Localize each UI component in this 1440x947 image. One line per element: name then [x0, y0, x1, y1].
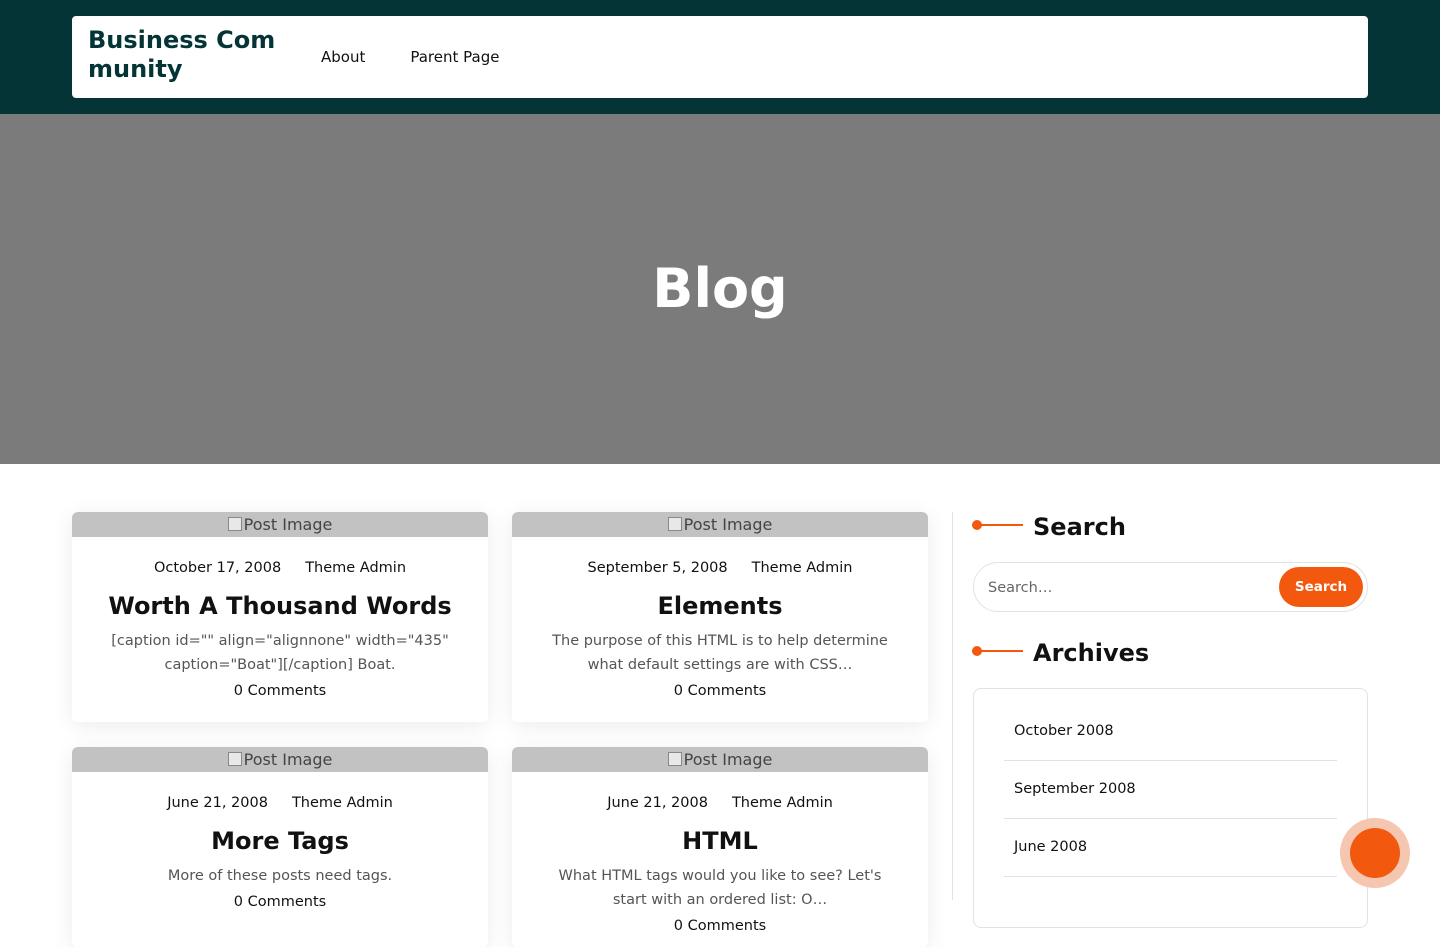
post-image-alt: Post Image — [243, 750, 333, 769]
post-excerpt: More of these posts need tags. — [167, 868, 393, 884]
broken-image-icon — [227, 752, 242, 766]
post-image-alt: Post Image — [683, 750, 773, 769]
search-form: Search — [973, 562, 1368, 612]
header: Business Community About Parent Page — [72, 16, 1368, 98]
post-excerpt: What HTML tags would you like to see? Le… — [558, 868, 882, 908]
sidebar-divider — [952, 512, 953, 900]
post-title[interactable]: Elements — [512, 591, 928, 621]
search-widget-title: Search — [972, 512, 1126, 542]
post-meta: June 21, 2008 Theme Admin — [512, 792, 928, 814]
nav-item-about[interactable]: About — [321, 46, 365, 68]
post-title[interactable]: HTML — [512, 826, 928, 856]
post-meta: September 5, 2008 Theme Admin — [512, 557, 928, 579]
post-image[interactable]: Post Image — [72, 747, 488, 772]
broken-image-icon — [667, 517, 682, 531]
search-widget-title-text: Search — [1033, 513, 1126, 541]
post-card: Post Image September 5, 2008 Theme Admin … — [512, 512, 928, 722]
title-decoration-icon — [972, 520, 1023, 530]
post-author[interactable]: Theme Admin — [732, 795, 833, 811]
post-image-alt: Post Image — [243, 515, 333, 534]
post-meta: October 17, 2008 Theme Admin — [72, 557, 488, 579]
post-date[interactable]: October 17, 2008 — [154, 560, 281, 576]
archives-widget-title-text: Archives — [1033, 639, 1150, 667]
post-card: Post Image June 21, 2008 Theme Admin HTML… — [512, 747, 928, 947]
post-excerpt: The purpose of this HTML is to help dete… — [552, 633, 888, 673]
post-image[interactable]: Post Image — [72, 512, 488, 537]
post-meta: June 21, 2008 Theme Admin — [72, 792, 488, 814]
post-author[interactable]: Theme Admin — [305, 560, 406, 576]
nav-item-parent-page[interactable]: Parent Page — [410, 46, 499, 68]
post-title[interactable]: Worth A Thousand Words — [72, 591, 488, 621]
archive-item[interactable]: September 2008 — [1004, 761, 1337, 819]
top-bar: Business Community About Parent Page — [0, 0, 1440, 114]
page-banner: Blog — [0, 114, 1440, 464]
post-image[interactable]: Post Image — [512, 747, 928, 772]
post-comments[interactable]: 0 Comments — [72, 890, 488, 914]
archives-widget-title: Archives — [972, 638, 1150, 668]
post-date[interactable]: June 21, 2008 — [167, 795, 268, 811]
post-title[interactable]: More Tags — [72, 826, 488, 856]
archive-item[interactable]: June 2008 — [1004, 819, 1337, 877]
scroll-to-top-button[interactable] — [1340, 818, 1410, 888]
archive-item[interactable]: October 2008 — [1004, 703, 1337, 761]
search-input[interactable] — [986, 575, 1270, 601]
site-title[interactable]: Business Community — [88, 26, 278, 84]
post-image-alt: Post Image — [683, 515, 773, 534]
broken-image-icon — [667, 752, 682, 766]
post-card: Post Image June 21, 2008 Theme Admin More… — [72, 747, 488, 947]
search-button[interactable]: Search — [1279, 567, 1363, 607]
title-decoration-icon — [972, 646, 1023, 656]
page-title: Blog — [652, 257, 788, 320]
post-card: Post Image October 17, 2008 Theme Admin W… — [72, 512, 488, 722]
post-date[interactable]: June 21, 2008 — [607, 795, 708, 811]
post-comments[interactable]: 0 Comments — [512, 679, 928, 703]
broken-image-icon — [227, 517, 242, 531]
post-comments[interactable]: 0 Comments — [512, 914, 928, 938]
post-author[interactable]: Theme Admin — [292, 795, 393, 811]
post-date[interactable]: September 5, 2008 — [588, 560, 728, 576]
post-image[interactable]: Post Image — [512, 512, 928, 537]
post-excerpt: [caption id="" align="alignnone" width="… — [111, 633, 449, 673]
scroll-to-top-icon[interactable] — [1350, 828, 1400, 878]
main-nav: About Parent Page — [321, 46, 544, 68]
post-comments[interactable]: 0 Comments — [72, 679, 488, 703]
post-author[interactable]: Theme Admin — [752, 560, 853, 576]
archives-list: October 2008 September 2008 June 2008 — [973, 688, 1368, 928]
